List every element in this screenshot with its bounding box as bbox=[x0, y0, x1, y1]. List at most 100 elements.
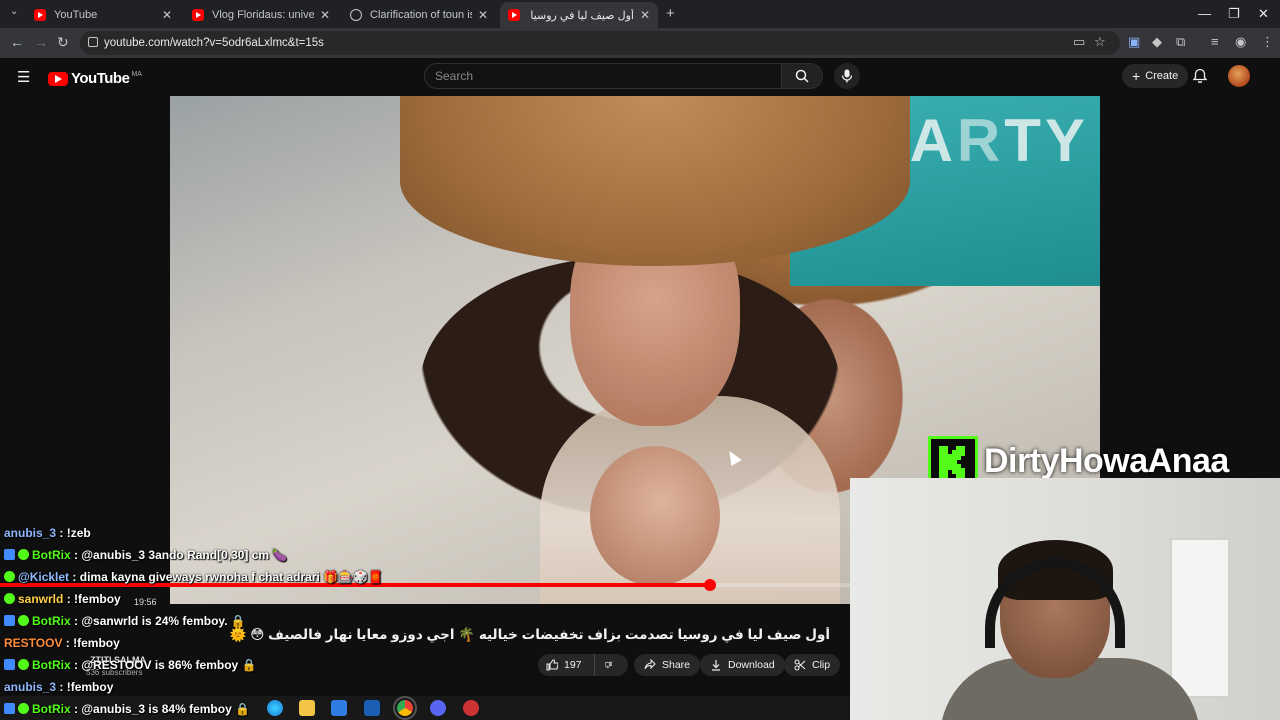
clip-label: Clip bbox=[812, 659, 831, 671]
tab-title: Clarification of toun isabel bbox=[370, 9, 472, 21]
cast-icon[interactable]: ▭ bbox=[1073, 34, 1085, 50]
voice-search-button[interactable] bbox=[834, 63, 860, 89]
close-icon[interactable]: ✕ bbox=[478, 8, 488, 22]
bot-badge-icon bbox=[4, 571, 15, 582]
logo-text: YouTube bbox=[71, 70, 130, 87]
forward-icon[interactable]: → bbox=[34, 34, 48, 50]
like-button[interactable]: 197 bbox=[538, 654, 594, 676]
create-button[interactable]: + Create bbox=[1122, 64, 1189, 88]
maximize-icon[interactable]: ❐ bbox=[1228, 6, 1240, 22]
chat-message: !femboy bbox=[74, 592, 121, 606]
dislike-button[interactable] bbox=[594, 654, 628, 676]
reading-list-icon[interactable]: ≡ bbox=[1211, 34, 1219, 49]
video-frame-hand bbox=[590, 446, 720, 586]
verified-badge-icon bbox=[4, 549, 15, 560]
notifications-bell-icon[interactable] bbox=[1192, 68, 1208, 84]
share-button[interactable]: Share bbox=[634, 654, 701, 676]
extensions-puzzle-icon[interactable]: ⧉ bbox=[1176, 34, 1185, 50]
chat-user: anubis_3 bbox=[4, 526, 57, 540]
chat-line: sanwrld : !femboy bbox=[4, 592, 121, 606]
download-button[interactable]: Download bbox=[700, 654, 785, 676]
globe-icon bbox=[350, 9, 362, 21]
chat-message: @anubis_3 is 84% femboy 🔒 bbox=[81, 702, 251, 716]
profile-icon[interactable]: ◉ bbox=[1235, 34, 1246, 50]
bookmark-star-icon[interactable]: ☆ bbox=[1094, 34, 1106, 50]
verified-badge-icon bbox=[4, 703, 15, 714]
close-icon[interactable]: ✕ bbox=[320, 8, 330, 22]
youtube-icon bbox=[192, 9, 204, 21]
chat-user: BotRix bbox=[32, 614, 71, 628]
minimize-icon[interactable]: — bbox=[1198, 6, 1211, 21]
tab-vlog-floridaus[interactable]: Vlog Floridaus: universal studio ✕ bbox=[184, 2, 338, 28]
share-arrow-icon bbox=[644, 659, 656, 670]
streamer-webcam bbox=[850, 478, 1280, 720]
file-explorer-icon[interactable] bbox=[299, 700, 315, 716]
address-bar[interactable]: youtube.com/watch?v=5odr6aLxlmc&t=15s bbox=[80, 31, 1120, 55]
country-code: MA bbox=[131, 71, 142, 78]
browser-tab-strip: ⌄ YouTube ✕ Vlog Floridaus: universal st… bbox=[0, 0, 1280, 28]
youtube-logo[interactable]: YouTube MA bbox=[48, 70, 142, 87]
kick-k-icon bbox=[939, 446, 965, 478]
sub-badge-icon bbox=[4, 593, 15, 604]
tab-youtube[interactable]: YouTube ✕ bbox=[26, 2, 180, 28]
bot-badge-icon bbox=[18, 549, 29, 560]
youtube-icon bbox=[34, 9, 46, 21]
download-icon bbox=[712, 660, 720, 671]
progress-scrubber-handle[interactable] bbox=[703, 579, 716, 591]
reload-icon[interactable]: ↻ bbox=[57, 34, 69, 51]
chat-line: anubis_3 : !zeb bbox=[4, 526, 91, 540]
hamburger-menu-icon[interactable]: ☰ bbox=[17, 68, 30, 86]
share-label: Share bbox=[662, 659, 691, 671]
streamer-name: DirtyHowaAnaa bbox=[984, 441, 1229, 480]
like-count: 197 bbox=[564, 659, 582, 671]
channel-name[interactable]: ZTITI SALMA bbox=[90, 655, 146, 665]
verified-badge-icon bbox=[4, 659, 15, 670]
chrome-icon[interactable] bbox=[393, 696, 417, 720]
chat-user: BotRix bbox=[32, 548, 71, 562]
chat-message: @anubis_3 3ando Rand[0,30] cm 🍆 bbox=[81, 548, 288, 562]
outlook-icon[interactable] bbox=[364, 700, 380, 716]
search-icon bbox=[795, 69, 809, 83]
thumbs-down-icon bbox=[605, 661, 612, 669]
tab-title: أول صيف ليا في روسيا تعجز bbox=[528, 9, 634, 22]
site-info-icon[interactable] bbox=[88, 37, 98, 47]
microphone-icon bbox=[841, 69, 853, 83]
window-close-icon[interactable]: ✕ bbox=[1258, 6, 1269, 22]
browser-toolbar: ← → ↻ youtube.com/watch?v=5odr6aLxlmc&t=… bbox=[0, 28, 1280, 58]
account-avatar[interactable] bbox=[1228, 65, 1250, 87]
tab-active-video[interactable]: أول صيف ليا في روسيا تعجز ✕ bbox=[500, 2, 658, 28]
search-box[interactable] bbox=[424, 63, 782, 89]
tab-title: YouTube bbox=[54, 9, 98, 21]
back-icon[interactable]: ← bbox=[10, 34, 24, 50]
store-icon[interactable] bbox=[331, 700, 347, 716]
close-icon[interactable]: ✕ bbox=[162, 8, 172, 22]
translate-extension-icon[interactable]: ▣ bbox=[1128, 34, 1140, 50]
close-icon[interactable]: ✕ bbox=[640, 8, 650, 22]
discord-icon[interactable] bbox=[430, 700, 446, 716]
verified-badge-icon bbox=[4, 615, 15, 626]
extension-diamond-icon[interactable]: ◆ bbox=[1152, 34, 1162, 50]
chat-user: anubis_3 bbox=[4, 680, 57, 694]
search-input[interactable] bbox=[435, 69, 781, 83]
video-time-overlay: 19:56 bbox=[134, 597, 157, 607]
bot-badge-icon bbox=[18, 615, 29, 626]
scissors-icon bbox=[794, 659, 806, 671]
chat-user: BotRix bbox=[32, 658, 71, 672]
search-button[interactable] bbox=[781, 63, 823, 89]
tab-clarification[interactable]: Clarification of toun isabel ✕ bbox=[342, 2, 496, 28]
new-tab-icon[interactable]: + bbox=[666, 5, 675, 22]
chat-line: @Kicklet : dima kayna giveways rwnoha f … bbox=[4, 570, 383, 584]
edge-browser-icon[interactable] bbox=[267, 700, 283, 716]
create-label: Create bbox=[1145, 70, 1179, 82]
youtube-icon bbox=[508, 9, 520, 21]
clip-button[interactable]: Clip bbox=[784, 654, 841, 676]
chat-message: !zeb bbox=[66, 526, 91, 540]
menu-kebab-icon[interactable]: ⋮ bbox=[1261, 34, 1274, 50]
obs-icon[interactable] bbox=[463, 700, 479, 716]
tab-search-icon[interactable]: ⌄ bbox=[10, 6, 18, 17]
bot-badge-icon bbox=[18, 659, 29, 670]
chat-message: !femboy bbox=[73, 636, 120, 650]
video-frame-hat bbox=[400, 96, 910, 266]
bot-badge-icon bbox=[18, 703, 29, 714]
chat-line: RESTOOV : !femboy bbox=[4, 636, 120, 650]
